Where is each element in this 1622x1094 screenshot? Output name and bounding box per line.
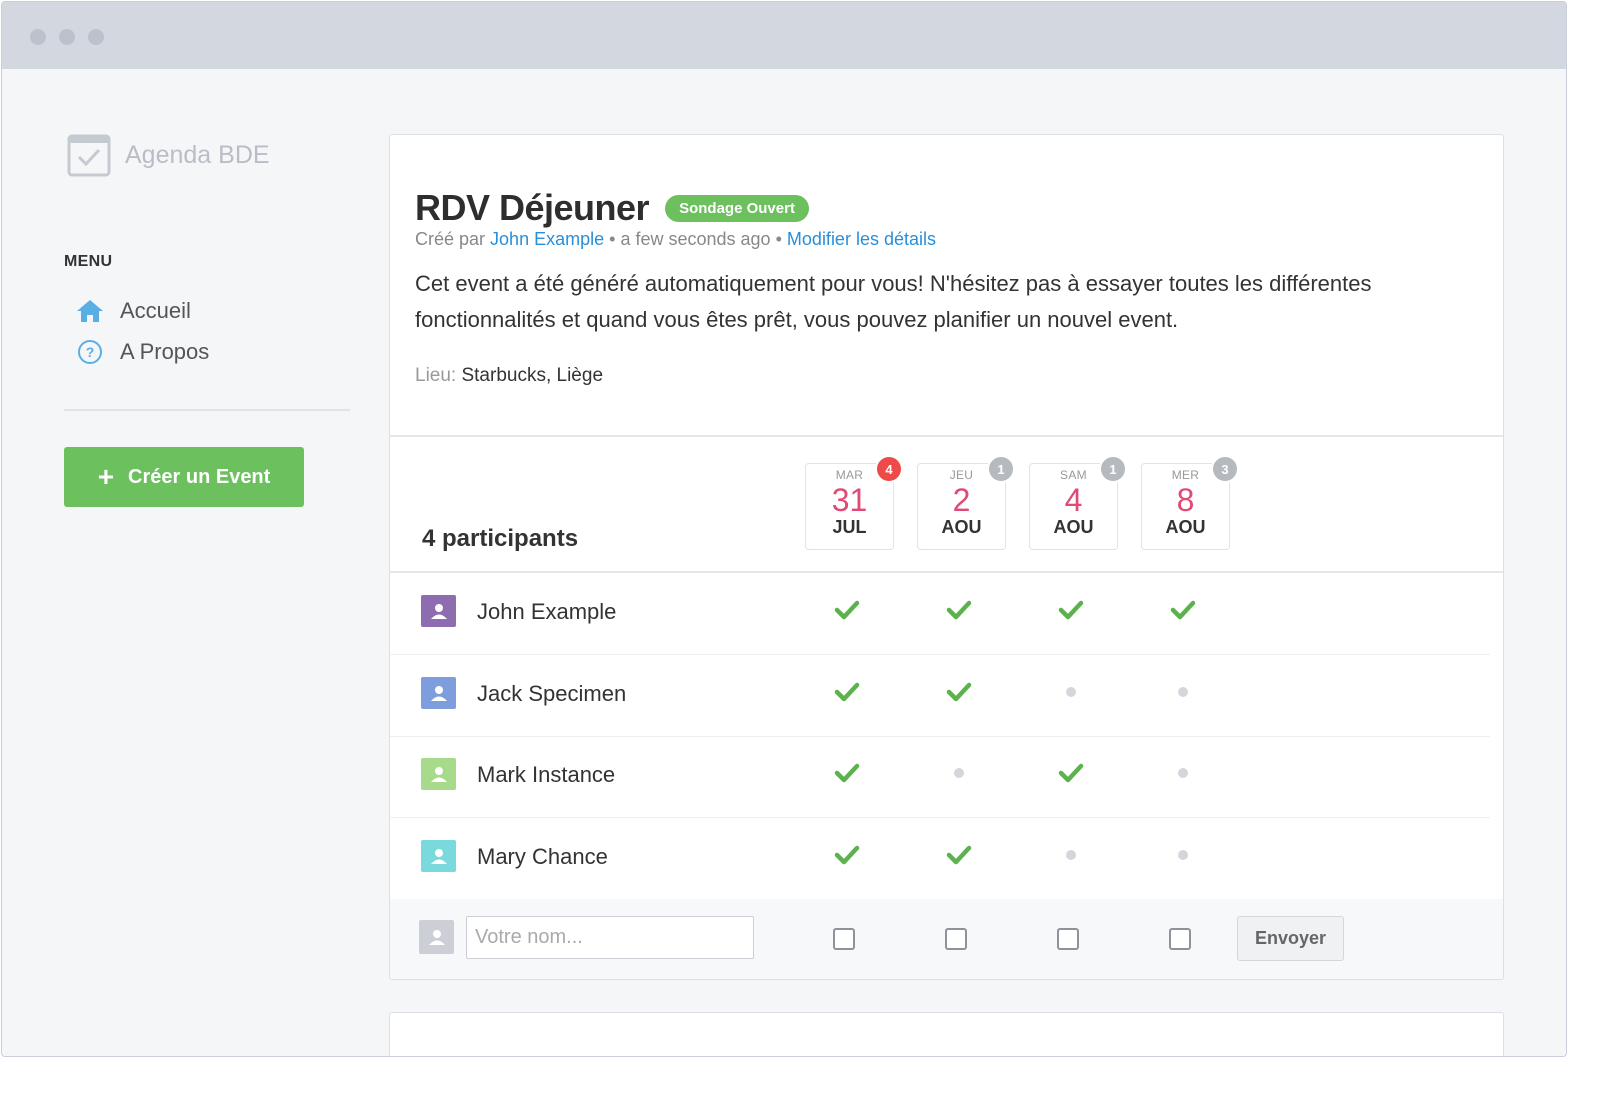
date-month: AOU [1165, 517, 1206, 537]
check-icon [832, 758, 862, 788]
user-icon [430, 686, 447, 701]
event-description: Cet event a été généré automatiquement p… [415, 271, 1372, 332]
user-icon [430, 849, 447, 864]
vote-checkbox[interactable] [833, 928, 855, 950]
sidebar-item-label: Accueil [120, 298, 191, 323]
vote-checkbox[interactable] [1057, 928, 1079, 950]
no-vote-dot [1056, 840, 1086, 870]
sidebar-item-accueil[interactable]: Accueil [76, 297, 191, 325]
created-by-prefix: Créé par [415, 229, 486, 249]
create-event-label: Créer un Event [128, 465, 271, 488]
participant-row: John Example [390, 573, 1490, 655]
participant-name: Mark Instance [477, 762, 616, 787]
window-close-dot[interactable] [30, 29, 46, 45]
user-icon [428, 930, 445, 945]
event-title: RDV Déjeuner [415, 187, 650, 228]
svg-text:?: ? [86, 344, 95, 360]
sidebar-item-a-propos[interactable]: ? A Propos [76, 338, 209, 366]
meta-separator: • [609, 229, 616, 249]
edit-details-link[interactable]: Modifier les détails [787, 229, 936, 249]
home-icon [76, 297, 104, 325]
avatar [421, 840, 456, 872]
participant-name: Jack Specimen [477, 681, 627, 706]
no-vote-dot [1168, 677, 1198, 707]
check-icon [944, 840, 974, 870]
participants-count: 4 participants [422, 525, 579, 552]
participant-row: Mark Instance [390, 736, 1490, 818]
location-value: Starbucks, Liège [461, 365, 604, 386]
check-icon [1168, 595, 1198, 625]
app-logo[interactable]: Agenda BDE [67, 133, 270, 177]
event-card: RDV Déjeuner Sondage Ouvert Créé par Joh… [389, 134, 1504, 980]
vote-count-badge: 1 [1099, 455, 1127, 483]
check-icon [832, 595, 862, 625]
created-time: a few seconds ago [620, 229, 771, 249]
event-meta: Créé par John Example • a few seconds ag… [415, 229, 936, 250]
check-icon [1056, 595, 1086, 625]
check-icon [944, 595, 974, 625]
check-icon [1056, 758, 1086, 788]
vote-count-badge: 4 [875, 455, 903, 483]
date-day: 31 [831, 482, 868, 518]
calendar-check-icon [67, 133, 111, 177]
meta-separator: • [775, 229, 782, 249]
help-icon: ? [76, 338, 104, 366]
participant-name: Mary Chance [477, 844, 608, 869]
event-location: Lieu: Starbucks, Liège [415, 365, 603, 387]
check-icon [832, 677, 862, 707]
avatar [421, 595, 456, 627]
date-day: 4 [1064, 482, 1083, 518]
date-month: AOU [1053, 517, 1094, 537]
participant-row: Jack Specimen [390, 655, 1490, 737]
no-vote-dot [1056, 677, 1086, 707]
window-titlebar [2, 2, 1566, 69]
section-divider [390, 435, 1503, 437]
avatar [419, 920, 454, 954]
vote-count-badge: 3 [1211, 455, 1239, 483]
no-vote-dot [944, 758, 974, 788]
window-maximize-dot[interactable] [88, 29, 104, 45]
sidebar-item-label: A Propos [120, 339, 210, 364]
user-icon [430, 767, 447, 782]
check-icon [944, 677, 974, 707]
status-badge: Sondage Ouvert [665, 194, 809, 222]
app-name: Agenda BDE [125, 140, 270, 169]
event-header: RDV Déjeuner Sondage Ouvert [415, 187, 809, 229]
date-month: AOU [941, 517, 982, 537]
avatar [421, 677, 456, 709]
plus-icon: + [97, 461, 115, 492]
date-day: 2 [952, 482, 971, 518]
name-input[interactable] [466, 916, 754, 959]
no-vote-dot [1168, 758, 1198, 788]
no-vote-dot [1168, 840, 1198, 870]
browser-window: Agenda BDE MENU Accueil ? A Propos + Cré… [1, 1, 1567, 1057]
vote-form: Envoyer [390, 899, 1503, 979]
sidebar-divider [64, 409, 350, 411]
create-event-button[interactable]: + Créer un Event [64, 447, 304, 507]
vote-count-badge: 1 [987, 455, 1015, 483]
user-icon [430, 604, 447, 619]
vote-checkbox[interactable] [1169, 928, 1191, 950]
participant-name: John Example [477, 599, 617, 624]
secondary-card [389, 1012, 1504, 1056]
location-label: Lieu: [415, 365, 457, 386]
avatar [421, 758, 456, 790]
date-month: JUL [832, 517, 867, 537]
send-button[interactable]: Envoyer [1237, 916, 1344, 961]
vote-checkbox[interactable] [945, 928, 967, 950]
check-icon [832, 840, 862, 870]
menu-title: MENU [64, 253, 113, 270]
date-day: 8 [1176, 482, 1195, 518]
author-link[interactable]: John Example [490, 229, 604, 249]
window-minimize-dot[interactable] [59, 29, 75, 45]
participant-row: Mary Chance [390, 818, 1490, 900]
